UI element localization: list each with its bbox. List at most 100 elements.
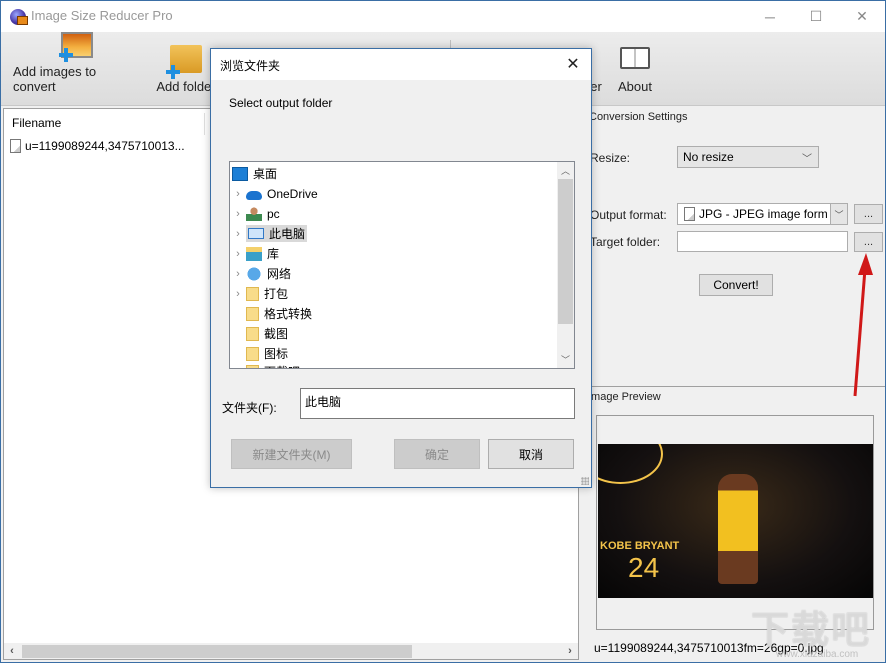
add-folder-icon <box>166 45 202 79</box>
new-folder-button[interactable]: 新建文件夹(M) <box>231 439 352 469</box>
chevron-right-icon[interactable]: › <box>230 208 246 220</box>
title-bar: Image Size Reducer Pro ─ ☐ ✕ <box>1 1 885 32</box>
add-folder-label: Add folder <box>156 79 216 94</box>
folder-tree[interactable]: 桌面 › OneDrive › pc › 此电脑 › 库 › 网络 › 打包 格… <box>229 161 575 369</box>
window-title: Image Size Reducer Pro <box>31 8 173 23</box>
document-icon <box>10 139 21 153</box>
image-arc-decoration <box>598 444 663 484</box>
network-icon <box>246 266 262 281</box>
cancel-button[interactable]: 取消 <box>488 439 574 469</box>
tree-item-label: 桌面 <box>253 167 278 181</box>
tree-item-label: pc <box>267 206 280 221</box>
chevron-right-icon[interactable]: › <box>230 248 246 260</box>
watermark-url: www.xiazaiba.com <box>776 649 859 660</box>
output-format-select[interactable]: JPG - JPEG image form ﹀ <box>677 203 848 225</box>
scroll-thumb[interactable] <box>22 645 412 658</box>
close-button[interactable]: ✕ <box>839 1 885 32</box>
preview-frame: KOBE BRYANT 24 <box>596 415 874 630</box>
image-caption-number: 24 <box>628 552 660 583</box>
tree-item-pc[interactable]: › pc <box>230 204 280 223</box>
folder-icon <box>246 306 259 321</box>
scroll-up-icon[interactable]: ︿ <box>557 162 574 179</box>
tree-item-label: 截图 <box>264 327 289 341</box>
convert-button[interactable]: Convert! <box>699 274 773 296</box>
tree-item-folder[interactable]: 图标 <box>246 344 288 363</box>
format-options-button[interactable]: ... <box>854 204 883 224</box>
image-player-figure <box>718 474 758 584</box>
column-divider[interactable] <box>204 113 205 135</box>
tree-item-selected[interactable]: 此电脑 <box>246 225 308 242</box>
onedrive-icon <box>246 190 262 200</box>
tree-item-this-pc[interactable]: › 此电脑 <box>230 224 308 243</box>
resize-label: Resize: <box>590 151 631 165</box>
chevron-right-icon[interactable]: › <box>230 268 246 280</box>
chevron-down-icon[interactable]: ﹀ <box>830 204 847 224</box>
folder-field-label: 文件夹(F): <box>222 401 277 415</box>
tree-item-label: 库 <box>267 247 280 261</box>
resize-grip-icon[interactable] <box>581 477 589 485</box>
tree-item-network[interactable]: › 网络 <box>230 264 291 283</box>
tree-item-folder[interactable]: 格式转换 <box>246 304 312 323</box>
resize-select[interactable]: No resize ﹀ <box>677 146 819 168</box>
output-format-value: JPG - JPEG image form <box>699 207 828 221</box>
image-caption-name: KOBE BRYANT <box>600 540 680 552</box>
tree-item-library[interactable]: › 库 <box>230 244 279 263</box>
chevron-right-icon[interactable]: › <box>230 288 246 300</box>
tree-item-label: 网络 <box>267 267 292 281</box>
folder-icon <box>246 286 259 301</box>
arrow-shaft <box>853 268 867 397</box>
tree-item-folder[interactable]: 截图 <box>246 324 288 343</box>
scroll-down-icon[interactable]: ﹀ <box>557 351 574 368</box>
document-icon <box>684 207 695 221</box>
computer-icon <box>248 228 264 239</box>
tree-item-label: 格式转换 <box>264 307 313 321</box>
dialog-title-bar: 浏览文件夹 ✕ <box>211 49 591 80</box>
folder-icon <box>246 346 259 361</box>
tree-item-label: 此电脑 <box>269 227 306 241</box>
tree-item-label: OneDrive <box>267 186 318 201</box>
browse-folder-button[interactable]: ... <box>854 232 883 252</box>
scroll-thumb[interactable] <box>558 179 573 324</box>
folder-icon <box>246 364 259 368</box>
column-header-filename[interactable]: Filename <box>12 116 61 130</box>
horizontal-scrollbar[interactable]: ‹ › <box>4 643 578 659</box>
arrow-head <box>858 253 873 275</box>
dialog-close-icon[interactable]: ✕ <box>563 54 583 74</box>
dialog-title: 浏览文件夹 <box>220 59 281 73</box>
folder-field-input[interactable]: 此电脑 <box>300 388 575 419</box>
output-format-label: Output format: <box>590 208 667 222</box>
dialog-prompt: Select output folder <box>229 96 333 110</box>
tree-item-onedrive[interactable]: › OneDrive <box>230 184 318 203</box>
about-label: About <box>618 79 652 94</box>
tree-item-desktop[interactable]: 桌面 <box>232 164 277 183</box>
ok-button[interactable]: 确定 <box>394 439 480 469</box>
maximize-button[interactable]: ☐ <box>793 1 839 32</box>
resize-value: No resize <box>683 150 734 164</box>
chevron-right-icon[interactable]: › <box>230 366 246 369</box>
file-row[interactable]: u=1199089244,3475710013... <box>10 138 185 154</box>
scroll-left-icon[interactable]: ‹ <box>4 643 20 659</box>
tree-item-label: 下载吧 <box>264 363 300 368</box>
add-images-icon <box>59 32 93 62</box>
chevron-down-icon: ﹀ <box>802 154 812 165</box>
target-folder-input[interactable] <box>677 231 848 252</box>
chevron-right-icon[interactable]: › <box>230 228 246 240</box>
add-images-button[interactable]: Add images to convert <box>13 32 141 106</box>
scroll-right-icon[interactable]: › <box>562 643 578 659</box>
watermark: 下载吧 <box>751 610 872 652</box>
app-window: Image Size Reducer Pro ─ ☐ ✕ Add images … <box>0 0 886 663</box>
app-logo-icon <box>10 9 28 25</box>
minimize-button[interactable]: ─ <box>747 1 793 32</box>
settings-title: Conversion Settings <box>589 111 688 123</box>
file-row-name: u=1199089244,3475710013... <box>25 139 185 153</box>
preview-image: KOBE BRYANT 24 <box>598 444 873 598</box>
chevron-right-icon[interactable]: › <box>230 188 246 200</box>
vertical-scrollbar[interactable]: ︿ ﹀ <box>557 162 574 368</box>
tree-item-folder[interactable]: › 下载吧 <box>230 362 300 369</box>
tree-item-label: 图标 <box>264 347 289 361</box>
target-folder-label: Target folder: <box>590 235 661 249</box>
tree-item-folder[interactable]: › 打包 <box>230 284 288 303</box>
about-button[interactable]: About <box>613 32 657 106</box>
tree-item-label: 打包 <box>264 287 289 301</box>
library-icon <box>246 246 262 261</box>
